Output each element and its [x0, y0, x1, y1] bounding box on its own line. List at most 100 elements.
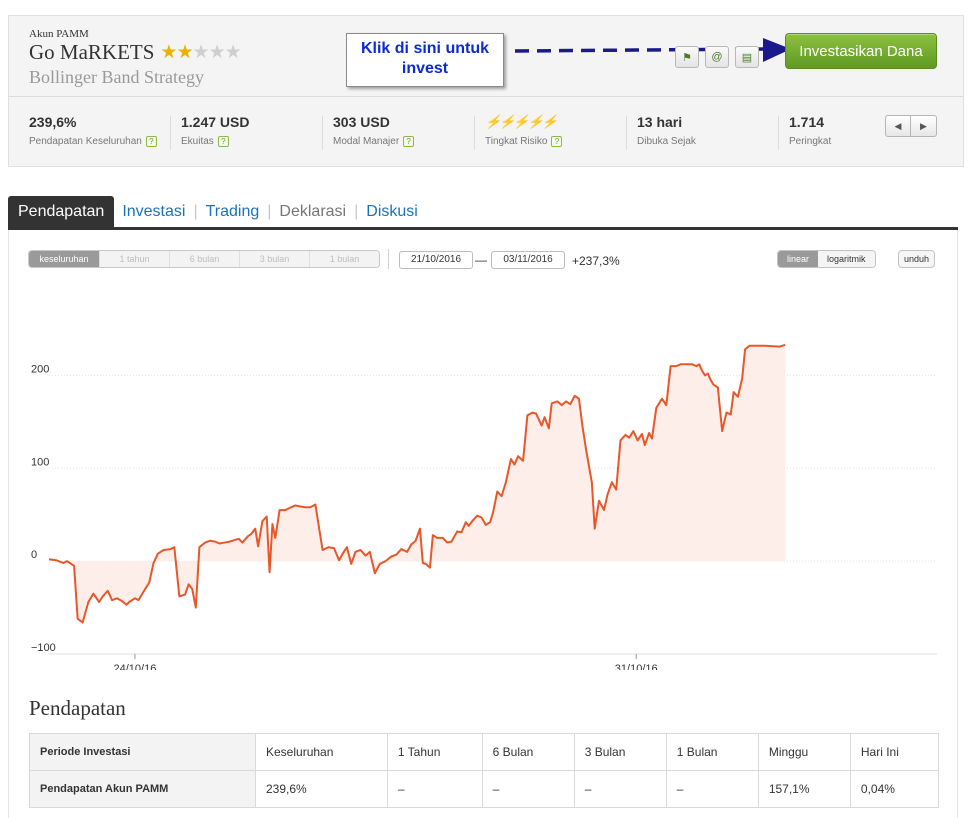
scale-selector: linear logaritmik	[777, 250, 876, 268]
table-cell: 1 Tahun	[386, 733, 483, 771]
table-row: Pendapatan Akun PAMM 239,6% – – – – 157,…	[29, 770, 940, 808]
stat-label: Dibuka Sejak	[637, 136, 696, 147]
account-name-row: Go MaRKETS ★★★★★	[29, 40, 242, 65]
account-header: Akun PAMM Go MaRKETS ★★★★★ Bollinger Ban…	[8, 15, 964, 167]
tab-deklarasi[interactable]: Deklarasi	[271, 196, 354, 227]
at-icon[interactable]: @	[705, 46, 729, 68]
download-button[interactable]: unduh	[898, 250, 936, 268]
range-keseluruhan[interactable]: keseluruhan	[29, 251, 99, 267]
header-icon-group: ⚑ @ ▤	[675, 46, 759, 68]
table-cell: –	[386, 770, 483, 808]
stat-label-row: Pendapatan Keseluruhan?	[29, 136, 157, 147]
control-divider	[388, 249, 389, 269]
table-cell: –	[573, 770, 667, 808]
pager-next-icon[interactable]: ▶	[911, 115, 937, 137]
range-6-bulan[interactable]: 6 bulan	[169, 251, 239, 267]
strategy-name: Bollinger Band Strategy	[29, 67, 204, 87]
star-filled-icon: ★	[176, 42, 193, 63]
series-area	[49, 344, 786, 623]
range-1-tahun[interactable]: 1 tahun	[99, 251, 169, 267]
table-cell: 239,6%	[255, 770, 388, 808]
account-name[interactable]: Go MaRKETS	[29, 40, 154, 65]
tab-bar: Pendapatan Investasi | Trading | Deklara…	[8, 196, 958, 230]
invest-button[interactable]: Investasikan Dana	[785, 33, 937, 69]
range-3-bulan[interactable]: 3 bulan	[239, 251, 309, 267]
income-panel: keseluruhan 1 tahun 6 bulan 3 bulan 1 bu…	[8, 230, 958, 818]
date-to-input[interactable]: 03/11/2016	[491, 251, 565, 269]
stat-separator	[322, 116, 323, 150]
returns-table: Periode Investasi Keseluruhan 1 Tahun 6 …	[29, 733, 940, 808]
period-change: +237,3%	[572, 254, 620, 268]
star-empty-icon: ★	[208, 42, 226, 63]
stat-item: 303 USD Modal Manajer?	[333, 114, 415, 147]
stat-label-row: Dibuka Sejak	[637, 136, 696, 147]
risk-level-icon: ⚡⚡⚡⚡⚡	[485, 114, 558, 129]
table-cell: Keseluruhan	[255, 733, 388, 771]
stat-value: 1.714	[789, 114, 825, 130]
stat-value: 13 hari	[637, 114, 683, 130]
stat-separator	[474, 116, 475, 150]
pager-prev-icon[interactable]: ◀	[885, 115, 911, 137]
stat-item: 13 hari Dibuka Sejak	[637, 114, 696, 147]
table-cell: 157,1%	[757, 770, 851, 808]
help-icon[interactable]: ?	[217, 136, 229, 147]
stat-label: Peringkat	[789, 136, 832, 147]
x-tick-label: 31/10/16	[615, 663, 658, 670]
table-cell: 1 Bulan	[665, 733, 759, 771]
scale-logaritmik[interactable]: logaritmik	[818, 251, 875, 267]
table-cell: –	[665, 770, 759, 808]
table-cell: Pendapatan Akun PAMM	[29, 770, 256, 808]
stat-item: ⚡⚡⚡⚡⚡ Tingkat Risiko?	[485, 114, 563, 147]
stat-item: 1.714 Peringkat	[789, 114, 831, 147]
account-type-label: Akun PAMM	[29, 28, 89, 40]
bookmark-icon[interactable]: ⚑	[675, 46, 699, 68]
help-icon[interactable]: ?	[551, 136, 563, 147]
stat-label: Pendapatan Keseluruhan	[29, 136, 142, 147]
document-icon[interactable]: ▤	[735, 46, 759, 68]
y-tick-label: −100	[31, 642, 56, 654]
stat-item: 239,6% Pendapatan Keseluruhan?	[29, 114, 157, 147]
table-cell: 6 Bulan	[481, 733, 575, 771]
stat-label: Tingkat Risiko	[485, 136, 548, 147]
range-1-bulan[interactable]: 1 bulan	[309, 251, 379, 267]
x-tick-label: 24/10/16	[114, 663, 157, 670]
invest-callout: Klik di sini untuk invest	[346, 33, 504, 87]
stat-label: Modal Manajer	[333, 136, 400, 147]
stat-value: 239,6%	[29, 114, 77, 130]
stat-separator	[170, 116, 171, 150]
date-range-dash: —	[475, 253, 487, 267]
stat-label: Ekuitas	[181, 136, 214, 147]
table-cell: 0,04%	[849, 770, 940, 808]
y-tick-label: 0	[31, 549, 37, 561]
star-filled-icon: ★	[160, 42, 177, 63]
table-cell: –	[481, 770, 575, 808]
tab-trading[interactable]: Trading	[198, 196, 268, 227]
y-tick-label: 200	[31, 363, 49, 375]
table-row: Periode Investasi Keseluruhan 1 Tahun 6 …	[29, 733, 940, 771]
table-cell: Periode Investasi	[29, 733, 256, 771]
scale-linear[interactable]: linear	[778, 251, 819, 267]
date-from-input[interactable]: 21/10/2016	[399, 251, 473, 269]
tab-diskusi[interactable]: Diskusi	[358, 196, 426, 227]
range-selector: keseluruhan 1 tahun 6 bulan 3 bulan 1 bu…	[28, 250, 380, 268]
stats-divider	[9, 96, 963, 97]
returns-section-title: Pendapatan	[29, 696, 126, 720]
income-chart: 200 100 0 −100 24/10/16 31/10/16	[31, 343, 937, 670]
stat-item: 1.247 USD Ekuitas?	[181, 114, 249, 147]
stat-label-row: Tingkat Risiko?	[485, 136, 563, 147]
table-cell: Hari Ini	[849, 733, 940, 771]
stat-value: 1.247 USD	[181, 114, 250, 130]
tab-pendapatan[interactable]: Pendapatan	[8, 196, 115, 227]
star-empty-icon: ★	[192, 42, 210, 63]
stat-label-row: Ekuitas?	[181, 136, 249, 147]
stat-label-row: Peringkat	[789, 136, 831, 147]
rating-stars: ★★★★★	[160, 42, 242, 63]
help-icon[interactable]: ?	[403, 136, 415, 147]
y-tick-label: 100	[31, 456, 49, 468]
star-empty-icon: ★	[224, 42, 242, 63]
stat-label-row: Modal Manajer?	[333, 136, 415, 147]
table-cell: 3 Bulan	[573, 733, 667, 771]
tab-investasi[interactable]: Investasi	[114, 196, 193, 227]
stat-separator	[626, 116, 627, 150]
help-icon[interactable]: ?	[145, 136, 157, 147]
